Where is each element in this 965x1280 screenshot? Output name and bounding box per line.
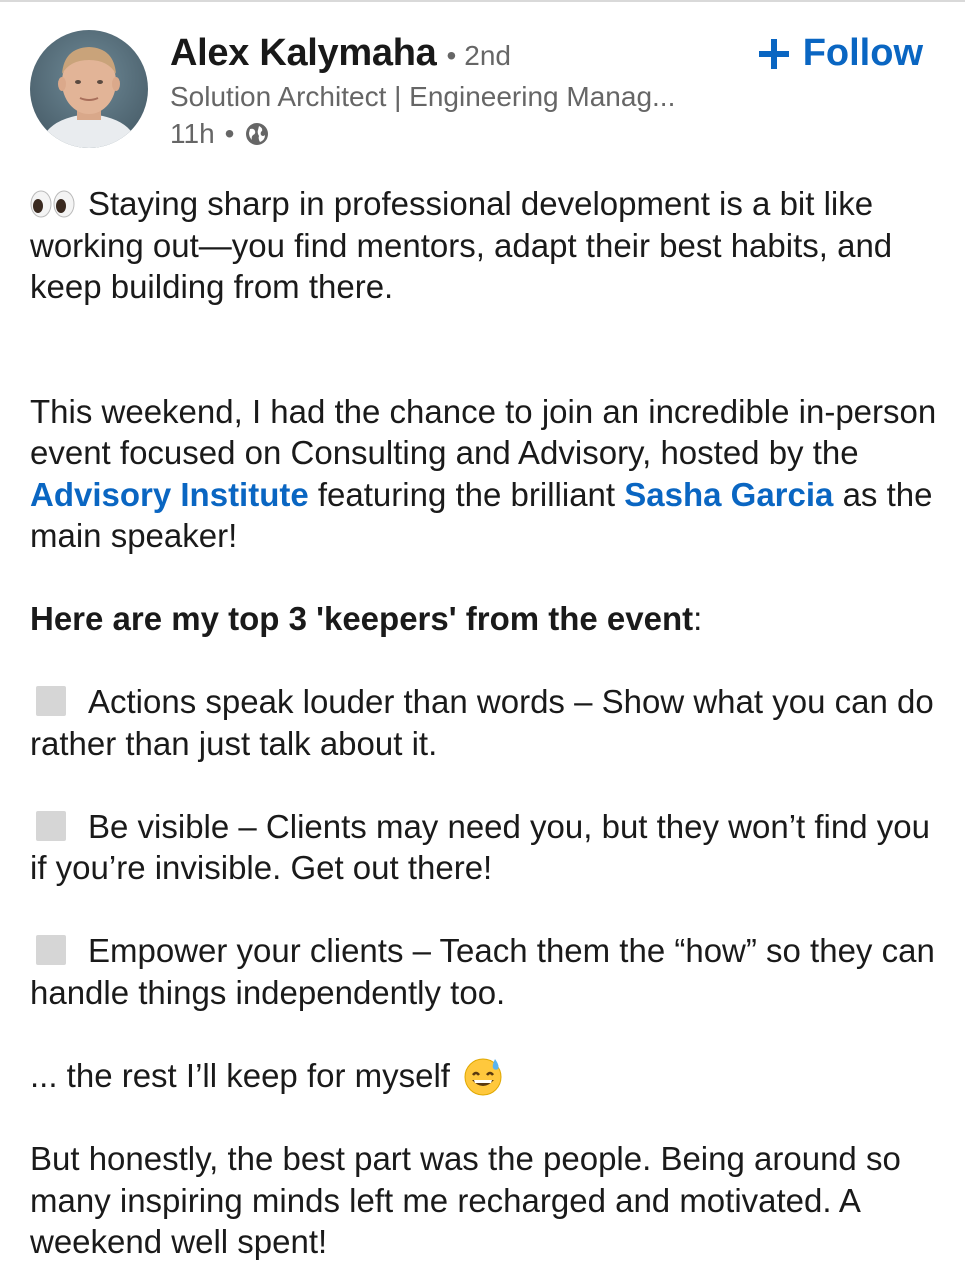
plus-icon	[758, 38, 789, 69]
meta-separator: •	[224, 118, 235, 149]
globe-icon	[246, 123, 269, 145]
connection-degree: 2nd	[464, 40, 511, 71]
checkbox-icon	[36, 810, 66, 841]
rest-text: ... the rest I’ll keep for myself	[30, 1056, 450, 1094]
advisory-institute-link[interactable]: Advisory Institute	[30, 476, 309, 513]
closing-text: But honestly, the best part was the peop…	[30, 1140, 901, 1260]
keeper-item: Actions speak louder than words – Show w…	[30, 681, 945, 764]
keeper-text: Be visible – Clients may need you, but t…	[30, 807, 930, 887]
post-body: Staying sharp in professional developmen…	[30, 183, 945, 1263]
post-meta: 11h •	[170, 116, 750, 152]
avatar-image	[40, 47, 138, 148]
post-time: 11h	[170, 118, 215, 149]
grinning-sweat-emoji	[464, 1058, 502, 1095]
keepers-heading: Here are my top 3 'keepers' from the eve…	[30, 600, 694, 637]
author-headline: Solution Architect | Engineering Manag..…	[170, 81, 676, 112]
keepers-heading-paragraph: Here are my top 3 'keepers' from the eve…	[30, 598, 945, 640]
name-separator: •	[446, 40, 457, 71]
keeper-item: Empower your clients – Teach them the “h…	[30, 930, 945, 1013]
follow-button[interactable]: Follow	[757, 32, 923, 75]
checkbox-icon	[36, 935, 66, 965]
keeper-text: Actions speak louder than words – Show w…	[30, 683, 934, 762]
keeper-item: Be visible – Clients may need you, but t…	[30, 806, 945, 889]
event-paragraph: This weekend, I had the chance to join a…	[30, 391, 945, 557]
follow-label: Follow	[802, 32, 923, 74]
post-intro-paragraph: Staying sharp in professional developmen…	[30, 183, 945, 308]
top-divider	[0, 0, 965, 2]
avatar[interactable]	[30, 30, 148, 148]
checkbox-icon	[36, 686, 66, 716]
keeper-text: Empower your clients – Teach them the “h…	[30, 932, 935, 1011]
author-name[interactable]: Alex Kalymaha	[170, 32, 437, 75]
eyes-emoji	[30, 190, 75, 218]
sasha-garcia-link[interactable]: Sasha Garcia	[624, 476, 833, 513]
keepers-heading-colon: :	[693, 600, 703, 637]
rest-paragraph: ... the rest I’ll keep for myself	[30, 1055, 945, 1097]
author-info: Alex Kalymaha • 2nd Solution Architect |…	[170, 32, 750, 152]
post-intro: Staying sharp in professional developmen…	[30, 185, 893, 305]
event-text-1: This weekend, I had the chance to join a…	[30, 392, 937, 472]
post-header: Alex Kalymaha • 2nd Solution Architect |…	[30, 30, 935, 150]
closing-paragraph: But honestly, the best part was the peop…	[30, 1138, 945, 1263]
event-text-2: featuring the brilliant	[308, 475, 616, 513]
